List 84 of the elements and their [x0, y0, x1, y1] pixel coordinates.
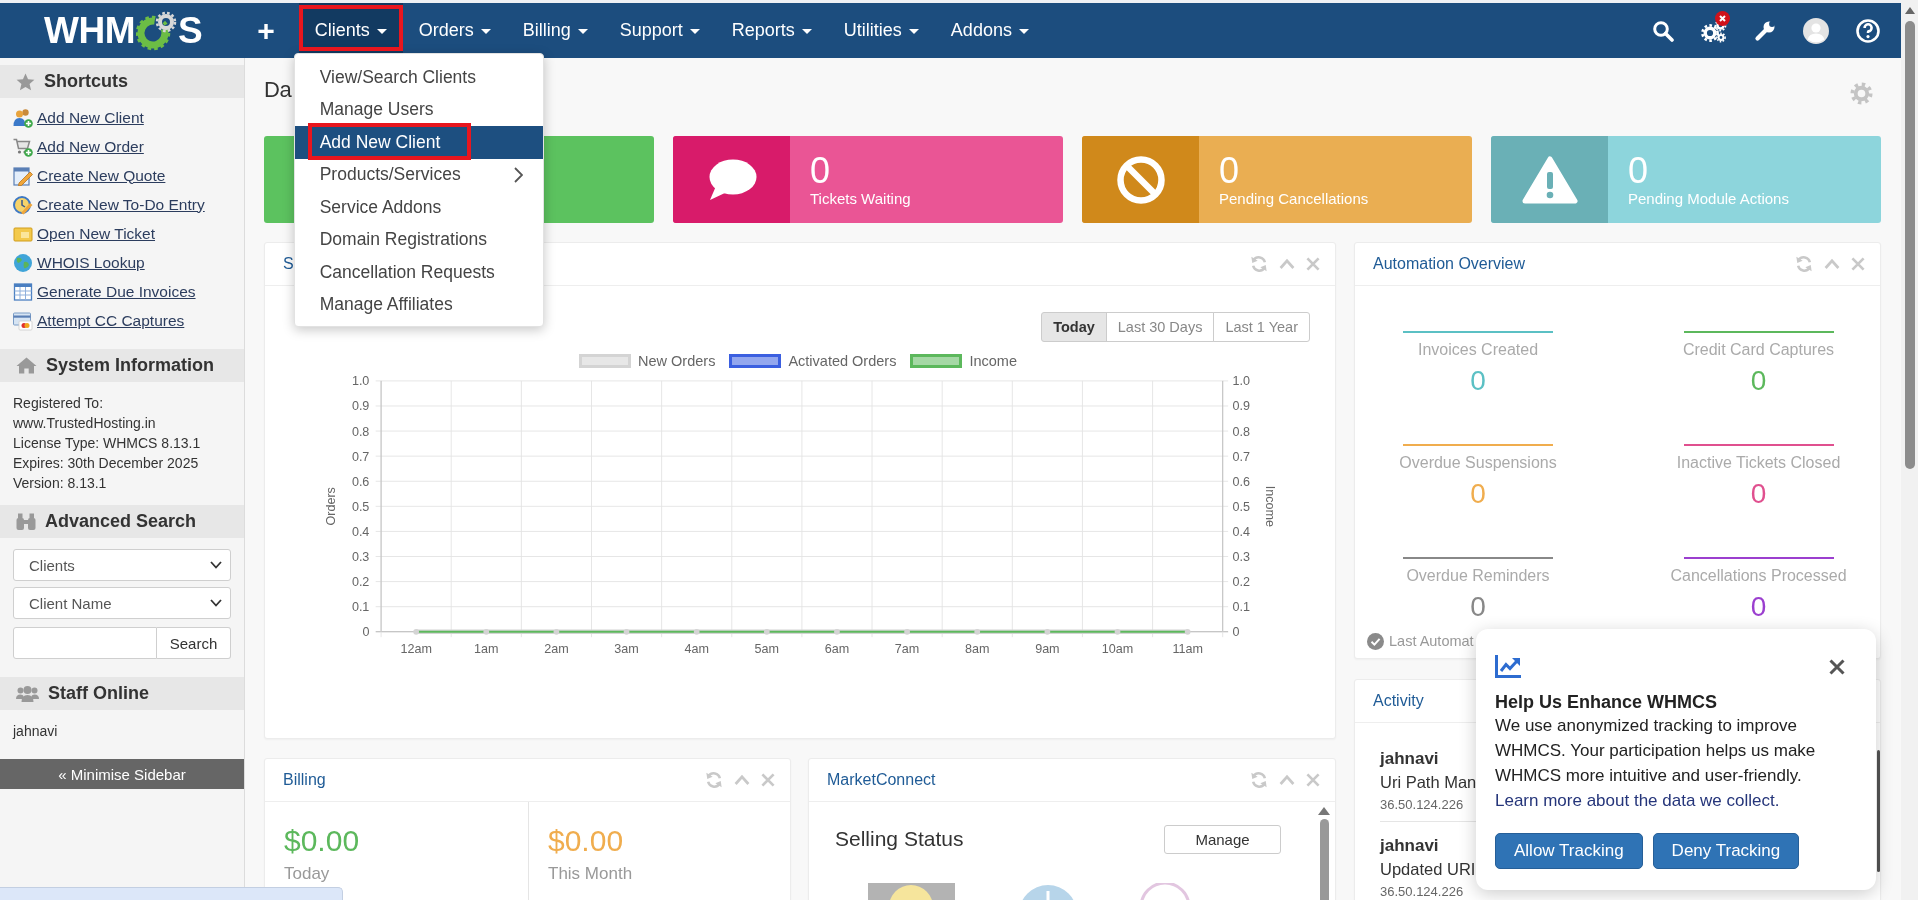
tick-label: 0.1 [1232, 600, 1251, 615]
activity-user: jahnavi [1380, 835, 1439, 857]
section-title: Staff Online [48, 683, 149, 704]
info-text: Version: 8.13.1 [13, 474, 107, 493]
metric-label: Inactive Tickets Closed [1676, 453, 1841, 473]
tick-label: 0.3 [1232, 550, 1251, 564]
amount-value: $0.00 [548, 824, 624, 858]
amount-label: Today [284, 863, 330, 885]
activity-user: jahnavi [1380, 748, 1439, 770]
panel-title: MarketConnect [827, 771, 936, 789]
tick-label: 0.5 [351, 499, 370, 514]
popup-title: Help Us Enhance WHMCS [1495, 691, 1719, 713]
page-title: Da [264, 76, 292, 104]
metric-label: Overdue Reminders [1406, 566, 1550, 586]
amount-label: This Month [548, 863, 633, 885]
tick-label: 0.5 [1232, 499, 1251, 514]
metric-label: Cancellations Processed [1670, 566, 1847, 586]
panel-title: Activity [1373, 692, 1424, 710]
tick-label: 0.7 [351, 449, 370, 464]
tick-label: 0.9 [1232, 399, 1251, 414]
section-title: System Information [46, 355, 215, 376]
metric-value: 0 [1750, 478, 1767, 510]
category-label: 1am [474, 642, 499, 657]
tick-label: 0 [362, 625, 370, 640]
tick-label: 0.8 [351, 424, 370, 439]
info-text: Expires: 30th December 2025 [13, 454, 199, 473]
metric-value: 0 [1470, 591, 1486, 623]
section-title: Shortcuts [44, 71, 128, 92]
category-label: 6am [824, 642, 850, 657]
last-run-text: Last Automat [1389, 633, 1474, 649]
tick-label: 0.6 [351, 474, 370, 489]
tick-label: 0.2 [351, 575, 370, 590]
metric-value: 0 [1750, 365, 1767, 397]
staff-name: jahnavi [13, 722, 58, 741]
activity-description: Updated URI [1380, 859, 1476, 880]
panel-title: Billing [283, 771, 326, 789]
stat-label: Pending Cancellations [1219, 189, 1369, 208]
tick-label: 0 [1232, 625, 1240, 640]
panel-title: S [283, 255, 294, 273]
info-text: www.TrustedHosting.in [13, 414, 156, 433]
activity-ip: 36.50.124.226 [1380, 883, 1464, 900]
activity-ip: 36.50.124.226 [1380, 796, 1464, 814]
tick-label: 0.9 [351, 399, 370, 414]
stat-label: Pending Module Actions [1628, 189, 1789, 208]
info-text: License Type: WHMCS 8.13.1 [13, 434, 201, 453]
tick-label: 0.4 [1232, 524, 1251, 539]
section-heading: Selling Status [835, 827, 964, 851]
category-label: 10am [1101, 642, 1134, 657]
metric-value: 0 [1470, 365, 1486, 397]
tick-label: 0.8 [1232, 424, 1251, 439]
activity-description: Uri Path Man [1380, 772, 1477, 793]
amount-value: $0.00 [284, 824, 360, 858]
section-title: Advanced Search [45, 511, 197, 532]
tick-label: 0.1 [351, 600, 370, 615]
tick-label: 0.3 [351, 550, 370, 564]
category-label: 5am [754, 642, 780, 657]
category-label: 2am [544, 642, 569, 657]
category-label: 11am [1172, 642, 1203, 657]
tick-label: 0.2 [1232, 575, 1251, 590]
axis-title: Orders [324, 487, 339, 526]
stat-value: 0 [1219, 151, 1240, 190]
metric-value: 0 [1750, 591, 1767, 623]
category-label: 3am [614, 642, 639, 657]
panel-title: Automation Overview [1373, 255, 1526, 273]
tick-label: 0.6 [1232, 474, 1251, 489]
tick-label: 0.7 [1232, 449, 1251, 464]
metric-label: Credit Card Captures [1682, 340, 1835, 360]
axis-title: Income [1262, 485, 1277, 527]
metric-label: Invoices Created [1417, 340, 1539, 360]
popup-message: We use anonymized tracking to improve WHMCS. Your participation helps us make WHMCS more intuitive and user-friendly. Learn more about the data we collect. [1495, 715, 1817, 812]
category-label: 4am [684, 642, 709, 657]
stat-value: 0 [810, 151, 831, 190]
tick-label: 1.0 [1232, 374, 1251, 389]
category-label: 9am [1035, 642, 1060, 657]
category-label: 7am [894, 642, 920, 657]
stat-label: Tickets Waiting [810, 189, 911, 208]
metric-label: Overdue Suspensions [1399, 453, 1557, 473]
tick-label: 1.0 [351, 374, 370, 389]
category-label: 8am [965, 642, 990, 657]
stat-value: 0 [1628, 151, 1649, 190]
info-text: Registered To: [13, 394, 103, 413]
category-label: 12am [400, 642, 432, 657]
tick-label: 0.4 [351, 524, 370, 539]
metric-value: 0 [1470, 478, 1486, 510]
